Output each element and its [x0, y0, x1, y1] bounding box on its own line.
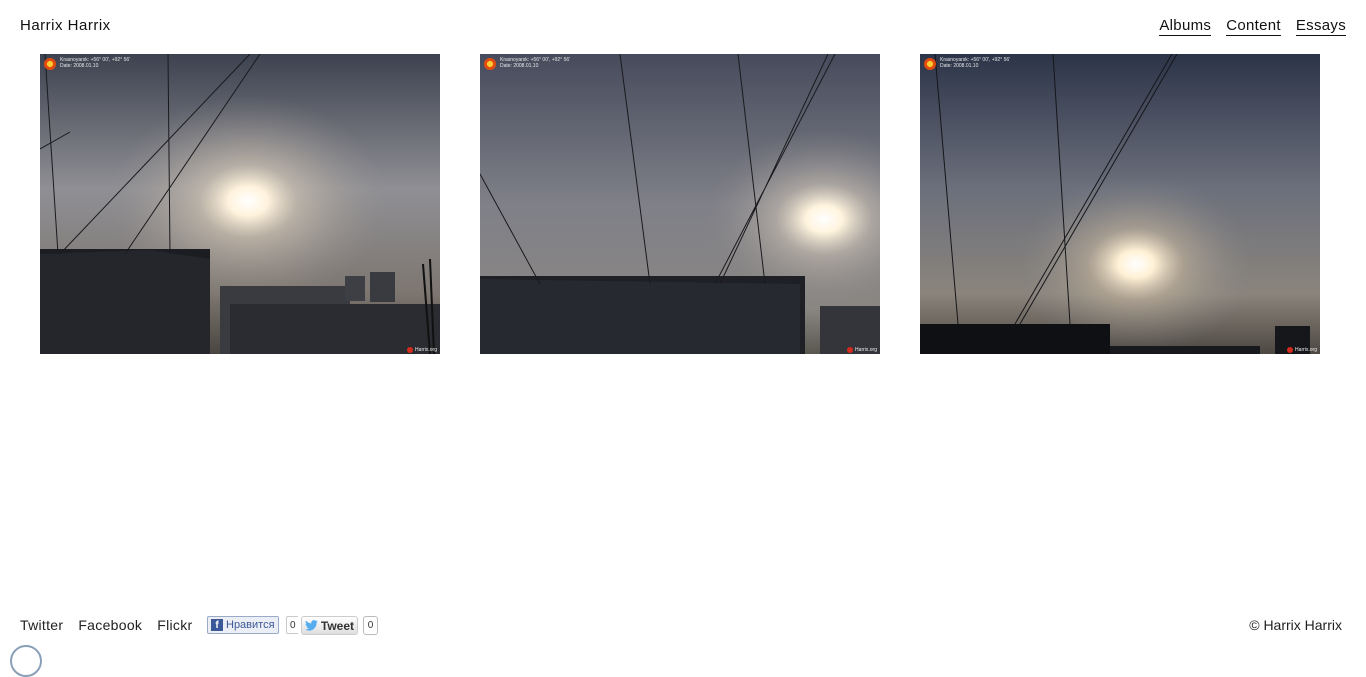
photo-1-image — [40, 54, 440, 354]
photo-thumbnail-3[interactable]: Krasnoyarsk: +56° 00', +92° 56' Date: 200… — [920, 54, 1320, 354]
watermark-icon — [847, 347, 854, 353]
watermark-text: Harrix.org — [415, 347, 437, 353]
photo-2-stamp: Krasnoyarsk: +56° 00', +92° 56' Date: 200… — [484, 57, 570, 70]
main-nav: Albums Content Essays — [1159, 17, 1346, 36]
facebook-like-count: 0 — [286, 616, 298, 634]
facebook-like-label: Нравится — [226, 619, 275, 631]
photo-3-stamp: Krasnoyarsk: +56° 00', +92° 56' Date: 200… — [924, 57, 1010, 70]
nav-albums[interactable]: Albums — [1159, 17, 1212, 36]
harrix-logo-icon — [44, 58, 56, 70]
photo-1-watermark: Harrix.org — [407, 347, 437, 353]
footer-link-facebook[interactable]: Facebook — [78, 617, 142, 633]
site-title[interactable]: Harrix Harrix — [20, 17, 111, 34]
tweet-count: 0 — [363, 616, 378, 635]
harrix-logo-icon — [924, 58, 936, 70]
photo-1-caption-date: Date: 2008.01.10 — [60, 63, 99, 69]
watermark-icon — [407, 347, 414, 353]
twitter-bird-icon — [305, 620, 318, 631]
watermark-icon — [1287, 347, 1294, 353]
facebook-icon: f — [211, 619, 223, 631]
tweet-label: Tweet — [320, 618, 354, 633]
photo-thumbnail-2[interactable]: Krasnoyarsk: +56° 00', +92° 56' Date: 200… — [480, 54, 880, 354]
photo-3-caption-date: Date: 2008.01.10 — [940, 63, 979, 69]
photo-3-image — [920, 54, 1320, 354]
tweet-button[interactable]: Tweet — [301, 616, 358, 635]
photo-2-caption-date: Date: 2008.01.10 — [500, 63, 539, 69]
facebook-like-button[interactable]: f Нравится — [207, 616, 279, 634]
photo-2-watermark: Harrix.org — [847, 347, 877, 353]
watermark-text: Harrix.org — [855, 347, 877, 353]
photo-1-stamp: Krasnoyarsk: +56° 00', +92° 56' Date: 200… — [44, 57, 130, 70]
photo-thumbnail-1[interactable]: Krasnoyarsk: +56° 00', +92° 56' Date: 200… — [40, 54, 440, 354]
nav-essays[interactable]: Essays — [1295, 17, 1346, 36]
footer-link-twitter[interactable]: Twitter — [20, 617, 63, 633]
harrix-logo-icon — [484, 58, 496, 70]
photo-2-image — [480, 54, 880, 354]
footer-social-links: Twitter Facebook Flickr — [20, 617, 192, 633]
badge-icon[interactable] — [10, 645, 42, 677]
photo-3-watermark: Harrix.org — [1287, 347, 1317, 353]
nav-content[interactable]: Content — [1226, 17, 1281, 36]
footer-link-flickr[interactable]: Flickr — [157, 617, 192, 633]
copyright-notice: © Harrix Harrix — [1249, 617, 1342, 633]
watermark-text: Harrix.org — [1295, 347, 1317, 353]
